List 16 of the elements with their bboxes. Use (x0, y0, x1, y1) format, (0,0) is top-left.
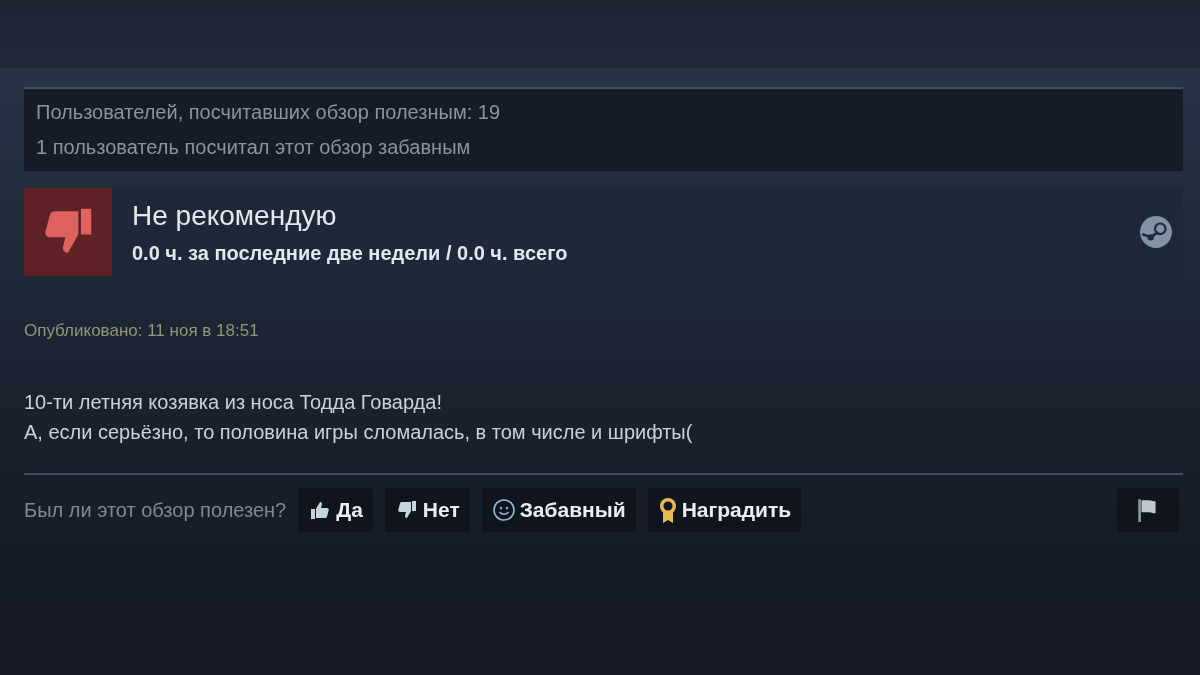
review-text: 10-ти летняя козявка из носа Тодда Говарда! А, если серьёзно, то половина игры сломалась, в том числе и шрифты( (24, 390, 694, 445)
thumbs-down-icon (24, 188, 112, 276)
posted-date: Опубликовано: 11 ноя в 18:51 (24, 321, 260, 341)
yes-button[interactable]: Да (298, 488, 373, 532)
funny-button[interactable]: Забавный (481, 488, 636, 532)
stats-text: 1 пользователь посчитал этот обзор забавным (36, 136, 472, 159)
verdict-title: Не рекомендую (132, 199, 338, 232)
report-button[interactable] (1117, 488, 1179, 532)
stats-text: Пользователей, посчитавших обзор полезным: 19 (36, 101, 501, 124)
hours-played: 0.0 ч. за последние две недели / 0.0 ч. всего (132, 241, 568, 265)
no-button[interactable]: Нет (384, 488, 470, 532)
vote-prompt: Был ли этот обзор полезен? (24, 498, 287, 522)
award-ribbon-icon (657, 496, 678, 524)
award-button[interactable]: Наградить (647, 488, 802, 532)
steam-logo-icon (1139, 215, 1173, 249)
smiley-icon (491, 498, 516, 522)
